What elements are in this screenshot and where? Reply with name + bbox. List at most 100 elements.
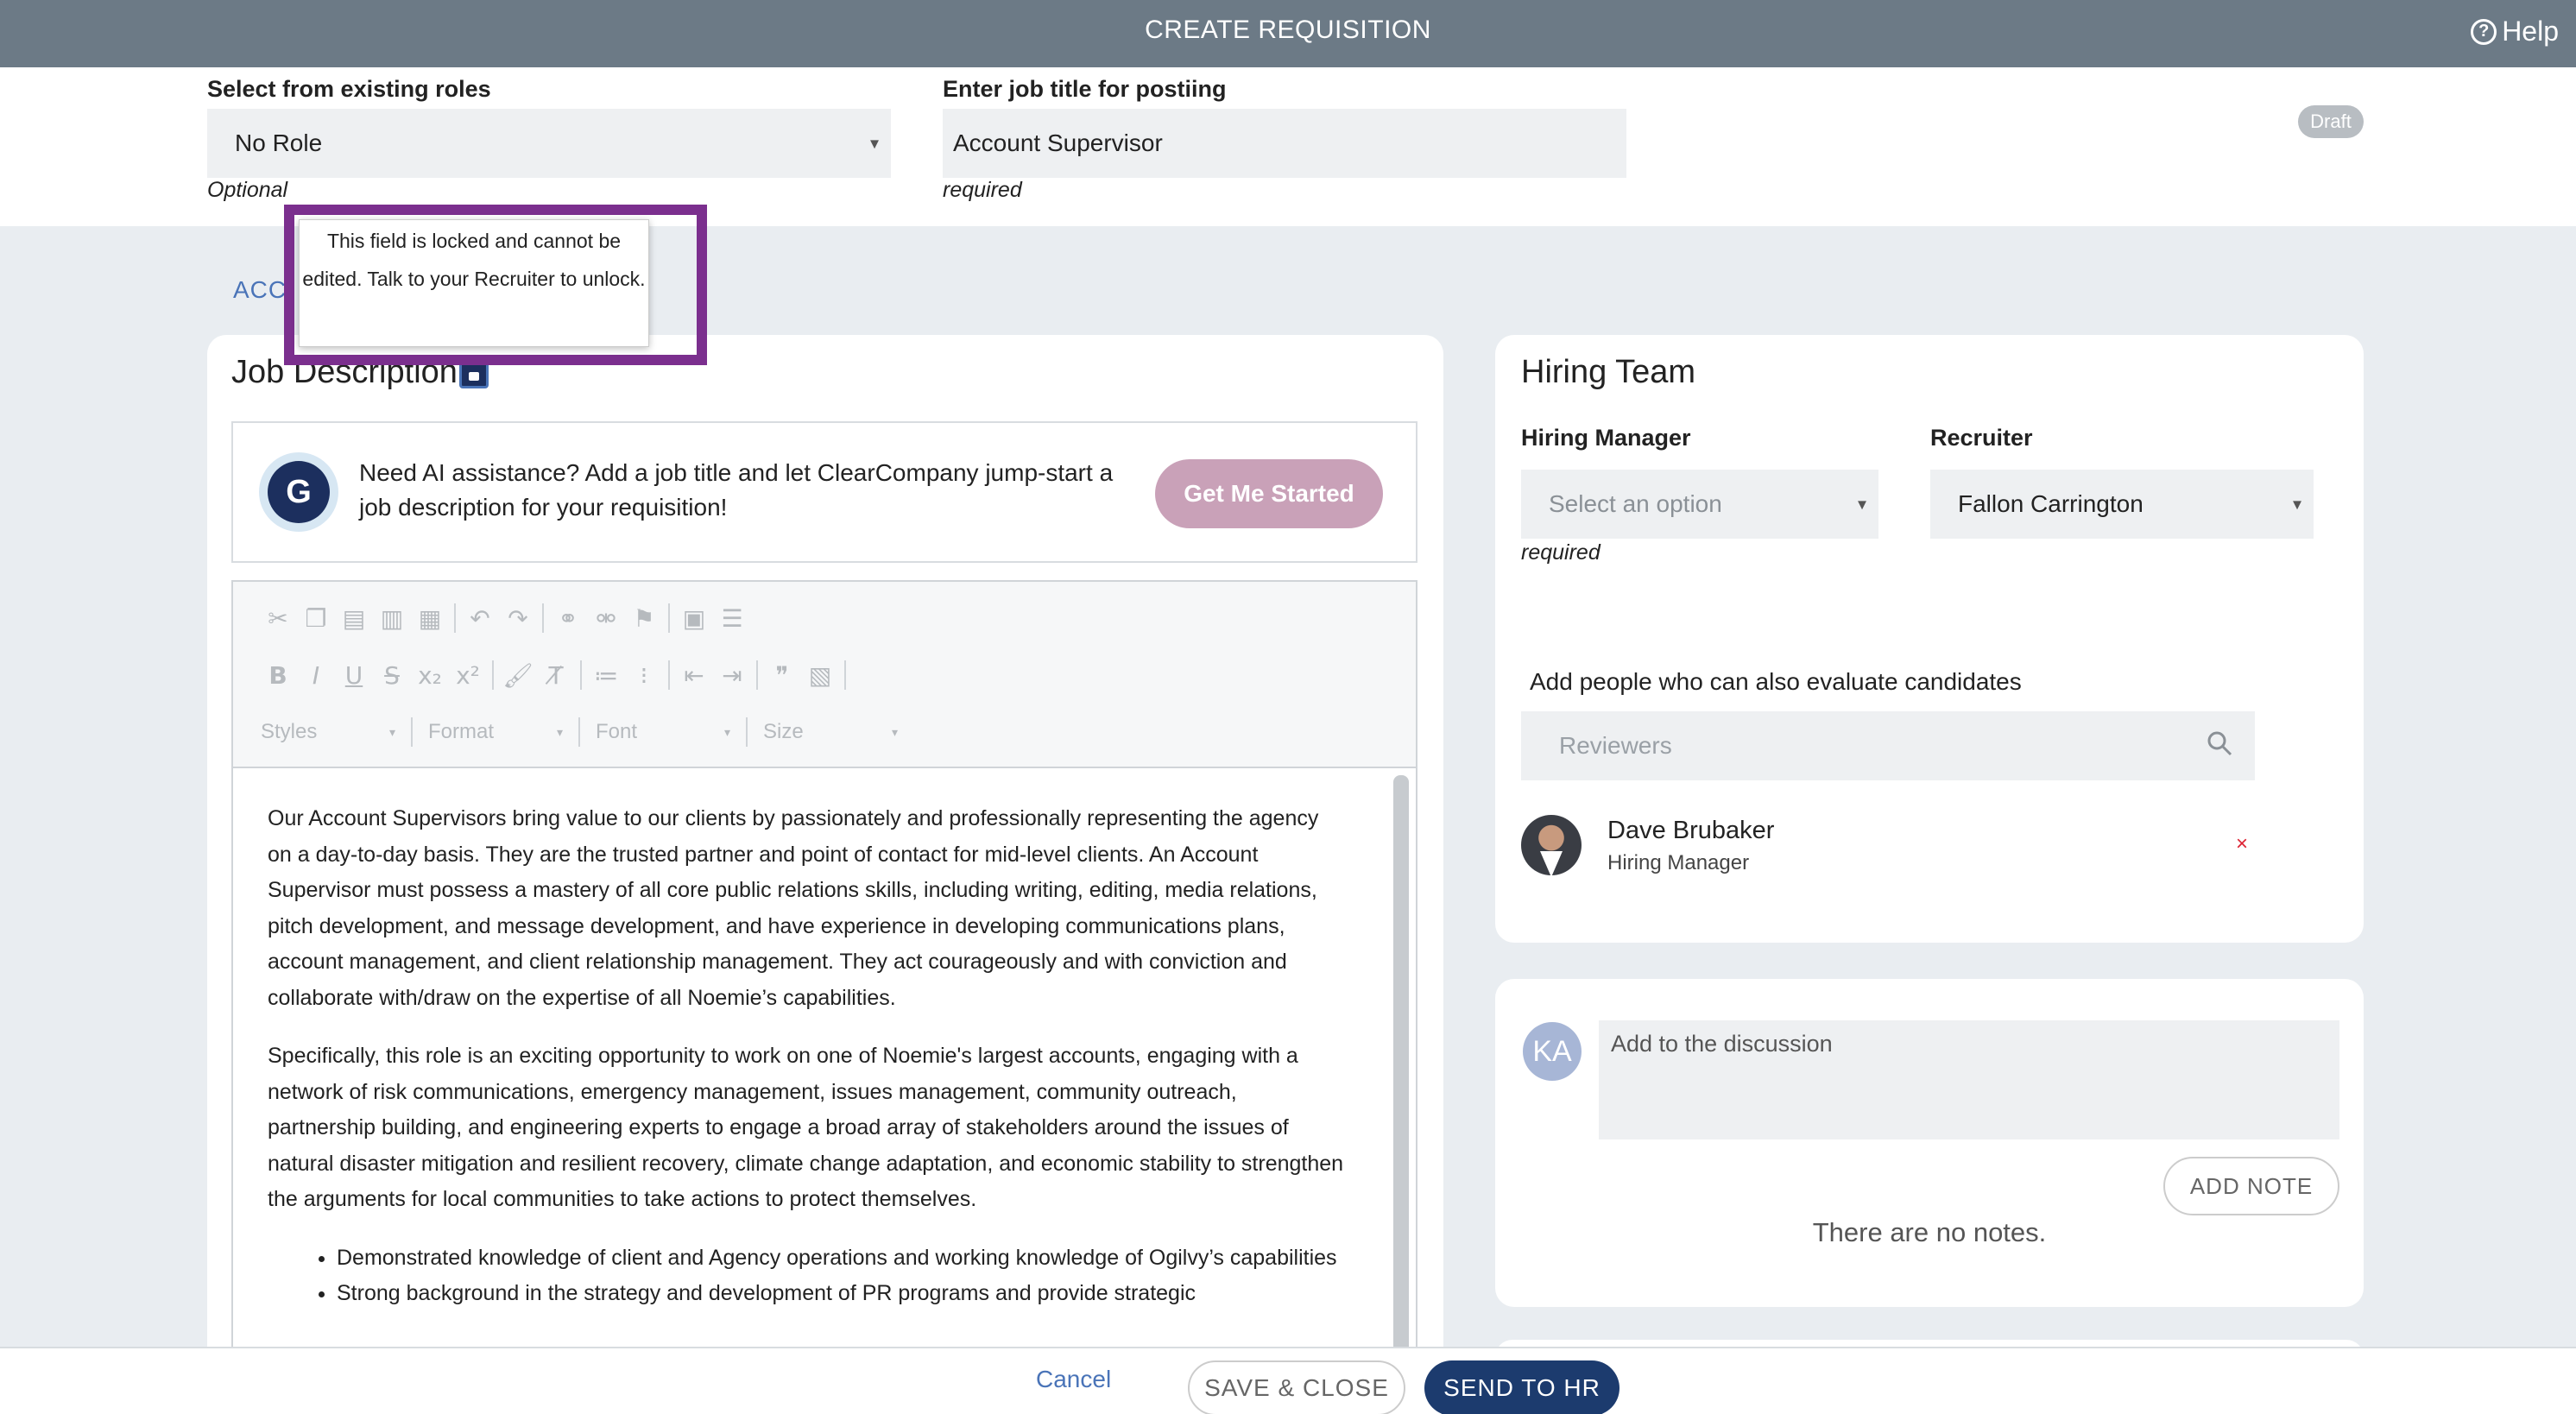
remove-format-icon[interactable]: T̸: [537, 658, 575, 692]
description-paragraph: Specifically, this role is an exciting o…: [268, 1044, 1344, 1211]
empty-notes-text: There are no notes.: [1812, 1217, 2047, 1247]
recruiter-label: Recruiter: [1930, 425, 2033, 451]
description-bullet-list: Demonstrated knowledge of client and Age…: [268, 1240, 1347, 1312]
recruiter-select[interactable]: Fallon Carrington: [1930, 470, 2314, 539]
bold-icon[interactable]: B: [259, 658, 297, 692]
top-bar: CREATE REQUISITION ? Help: [0, 0, 2576, 67]
role-select-label: Select from existing roles: [207, 76, 491, 102]
undo-icon[interactable]: ↶: [461, 601, 499, 635]
help-link[interactable]: ? Help: [2471, 16, 2559, 47]
paste-icon[interactable]: ▤: [335, 601, 373, 635]
chevron-down-icon: ▾: [723, 724, 730, 739]
paste-word-icon[interactable]: ▦: [411, 601, 449, 635]
role-select[interactable]: No Role: [207, 109, 891, 178]
discussion-placeholder: Add to the discussion: [1611, 1031, 1833, 1057]
redo-icon[interactable]: ↷: [499, 601, 537, 635]
recruiter-value: Fallon Carrington: [1958, 490, 2144, 517]
strikethrough-icon[interactable]: S: [373, 658, 411, 692]
send-to-hr-button[interactable]: SEND TO HR: [1424, 1360, 1619, 1414]
avatar: KA: [1523, 1022, 1582, 1081]
underline-icon[interactable]: U: [335, 658, 373, 692]
ai-assist-banner: G Need AI assistance? Add a job title an…: [231, 421, 1417, 563]
role-select-value: No Role: [235, 129, 323, 156]
editor-content[interactable]: Our Account Supervisors bring value to o…: [268, 801, 1347, 1312]
list-item: Strong background in the strategy and de…: [337, 1276, 1347, 1312]
hiring-manager-select[interactable]: Select an option: [1521, 470, 1878, 539]
discussion-input[interactable]: Add to the discussion: [1599, 1020, 2339, 1139]
toolbar-separator: [668, 660, 670, 690]
toolbar-row-2: B I U S x₂ x² 🖌 T̸ ≔ ⁝ ⇤ ⇥ ❞ ▧: [259, 658, 851, 692]
help-label: Help: [2502, 16, 2559, 47]
paste-text-icon[interactable]: ▥: [373, 601, 411, 635]
outdent-icon[interactable]: ⇤: [675, 658, 713, 692]
toolbar-separator: [580, 660, 582, 690]
footer-bar: Cancel SAVE & CLOSE SEND TO HR: [0, 1347, 2576, 1414]
team-member-row: Dave Brubaker Hiring Manager ×: [1521, 815, 2255, 875]
copy-icon[interactable]: ❐: [297, 601, 335, 635]
editor-toolbar: ✂ ❐ ▤ ▥ ▦ ↶ ↷ ⚭ ⚮ ⚑ ▣ ☰ B I U S x₂ x² 🖌 …: [233, 582, 1416, 768]
subscript-icon[interactable]: x₂: [411, 658, 449, 692]
member-name: Dave Brubaker: [1607, 817, 1775, 844]
toolbar-separator: [746, 717, 748, 747]
div-container-icon[interactable]: ▧: [801, 658, 839, 692]
format-painter-icon[interactable]: 🖌: [499, 658, 537, 692]
horizontal-rule-icon[interactable]: ☰: [713, 601, 751, 635]
remove-member-icon[interactable]: ×: [2236, 832, 2248, 856]
add-note-button[interactable]: ADD NOTE: [2163, 1157, 2339, 1215]
reviewers-placeholder: Reviewers: [1559, 732, 1672, 759]
toolbar-separator: [668, 603, 670, 633]
chevron-down-icon: ▾: [388, 724, 395, 739]
search-icon[interactable]: [2207, 730, 2232, 756]
blockquote-icon[interactable]: ❞: [763, 658, 801, 692]
job-title-input[interactable]: Account Supervisor: [943, 109, 1626, 178]
avatar: [1521, 815, 1582, 875]
superscript-icon[interactable]: x²: [449, 658, 487, 692]
format-combo[interactable]: Format ▾: [418, 715, 573, 749]
locked-field-tooltip: This field is locked and cannot be edite…: [299, 219, 649, 347]
styles-combo[interactable]: Styles ▾: [250, 715, 406, 749]
tab-account[interactable]: ACC: [233, 276, 287, 304]
description-paragraph: Our Account Supervisors bring value to o…: [268, 806, 1319, 1010]
reviewers-search-input[interactable]: Reviewers: [1521, 711, 2255, 780]
indent-icon[interactable]: ⇥: [713, 658, 751, 692]
hiring-manager-hint: required: [1521, 540, 1601, 565]
editor-scrollbar[interactable]: [1393, 775, 1409, 1414]
status-badge: Draft: [2298, 105, 2364, 138]
cancel-button[interactable]: Cancel: [1036, 1366, 1111, 1393]
ai-assist-text: Need AI assistance? Add a job title and …: [359, 459, 1114, 521]
job-title-label: Enter job title for postiing: [943, 76, 1227, 102]
chevron-down-icon: ▾: [891, 724, 898, 739]
save-close-button[interactable]: SAVE & CLOSE: [1188, 1360, 1405, 1414]
chevron-down-icon: ▾: [556, 724, 563, 739]
requisition-header-form: Select from existing roles No Role Optio…: [0, 67, 2576, 226]
numbered-list-icon[interactable]: ≔: [587, 658, 625, 692]
italic-icon[interactable]: I: [297, 658, 335, 692]
anchor-flag-icon[interactable]: ⚑: [625, 601, 663, 635]
font-combo[interactable]: Font ▾: [585, 715, 741, 749]
hiring-manager-placeholder: Select an option: [1549, 490, 1722, 517]
job-title-value: Account Supervisor: [953, 129, 1163, 156]
hiring-team-title: Hiring Team: [1521, 354, 1696, 390]
job-title-hint: required: [943, 178, 1022, 202]
toolbar-separator: [542, 603, 544, 633]
toolbar-row-1: ✂ ❐ ▤ ▥ ▦ ↶ ↷ ⚭ ⚮ ⚑ ▣ ☰: [259, 601, 751, 635]
question-circle-icon: ?: [2471, 18, 2497, 45]
clearcompany-logo-icon: G: [259, 452, 338, 532]
member-role: Hiring Manager: [1607, 851, 1750, 874]
role-select-hint: Optional: [207, 178, 288, 202]
toolbar-separator: [844, 660, 846, 690]
image-icon[interactable]: ▣: [675, 601, 713, 635]
get-me-started-button[interactable]: Get Me Started: [1155, 459, 1383, 528]
unlink-icon[interactable]: ⚮: [587, 601, 625, 635]
reviewers-label: Add people who can also evaluate candida…: [1530, 668, 2022, 695]
toolbar-separator: [756, 660, 758, 690]
toolbar-separator: [578, 717, 580, 747]
bulleted-list-icon[interactable]: ⁝: [625, 658, 663, 692]
cut-icon[interactable]: ✂: [259, 601, 297, 635]
toolbar-separator: [411, 717, 413, 747]
list-item: Demonstrated knowledge of client and Age…: [337, 1240, 1347, 1277]
size-combo[interactable]: Size ▾: [753, 715, 908, 749]
toolbar-separator: [492, 660, 494, 690]
toolbar-separator: [454, 603, 456, 633]
link-icon[interactable]: ⚭: [549, 601, 587, 635]
